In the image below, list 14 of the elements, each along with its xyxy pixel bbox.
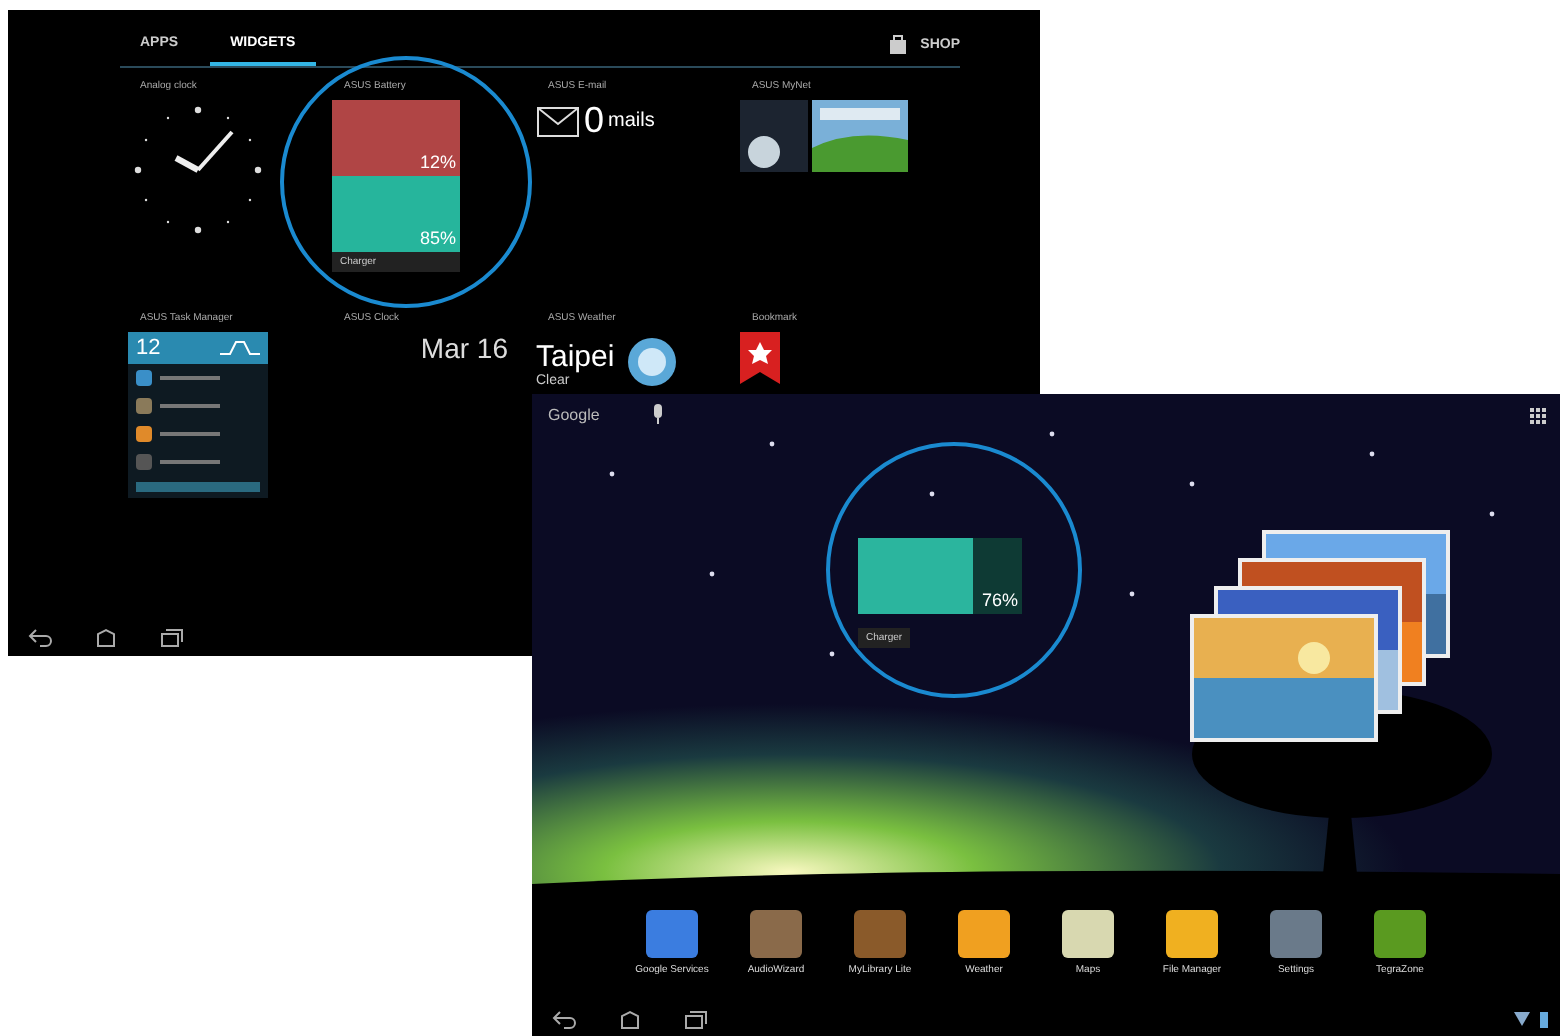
mail-unit: mails bbox=[608, 110, 655, 132]
graph-icon bbox=[220, 340, 260, 356]
battery-reading: 12% bbox=[417, 150, 458, 176]
battery-reading: 85% bbox=[417, 226, 458, 252]
bookmark-icon bbox=[740, 332, 780, 384]
task-count: 12 bbox=[136, 336, 161, 360]
date-text: Mar 16 bbox=[420, 332, 508, 364]
envelope-icon bbox=[536, 105, 580, 137]
city-name: Taipei bbox=[536, 340, 615, 374]
home-icon[interactable] bbox=[96, 628, 116, 648]
recent-apps-icon[interactable] bbox=[160, 628, 184, 648]
mail-count: 0 bbox=[584, 100, 605, 142]
back-icon[interactable] bbox=[28, 628, 52, 648]
shopping-bag-icon[interactable] bbox=[888, 34, 909, 54]
